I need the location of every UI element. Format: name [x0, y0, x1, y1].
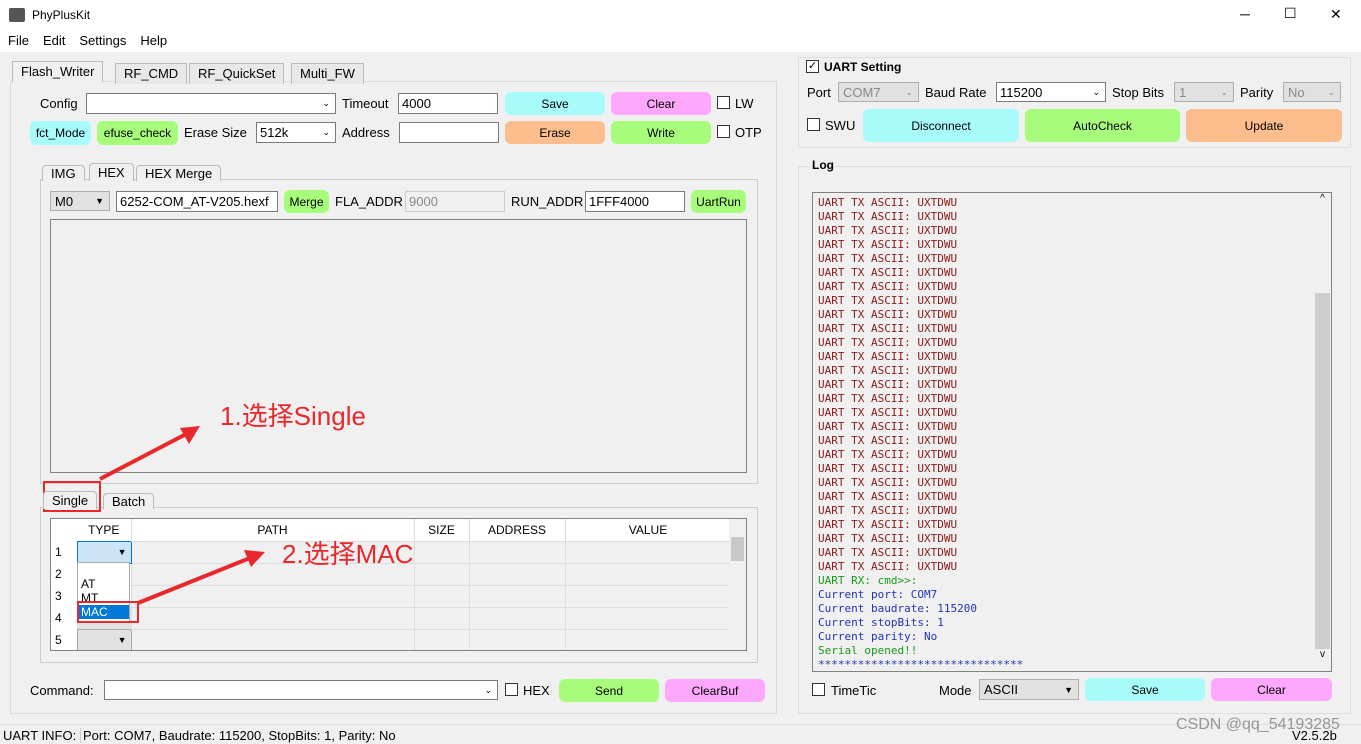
log-line: UART TX ASCII: UXTDWU: [818, 322, 958, 335]
update-button[interactable]: Update: [1186, 109, 1342, 142]
log-line: *******************************: [818, 658, 1024, 671]
tab-single[interactable]: Single: [43, 491, 98, 509]
swu-checkbox[interactable]: [807, 118, 820, 131]
log-line: UART TX ASCII: UXTDWU: [818, 210, 958, 223]
send-button[interactable]: Send: [559, 679, 659, 702]
annotation-select-mac: 2.选择MAC: [282, 539, 414, 569]
log-line: UART TX ASCII: UXTDWU: [818, 266, 958, 279]
status-bar: UART INFO: Port: COM7, Baudrate: 115200,…: [0, 724, 1361, 744]
log-clear-button[interactable]: Clear: [1211, 678, 1332, 701]
log-line: UART TX ASCII: UXTDWU: [818, 406, 958, 419]
baud-rate-select[interactable]: 115200 ⌄: [996, 82, 1106, 102]
log-line: UART TX ASCII: UXTDWU: [818, 532, 958, 545]
log-line: UART TX ASCII: UXTDWU: [818, 420, 958, 433]
log-line: UART TX ASCII: UXTDWU: [818, 560, 958, 573]
log-line: UART TX ASCII: UXTDWU: [818, 294, 958, 307]
log-line: UART TX ASCII: UXTDWU: [818, 336, 958, 349]
log-line: UART TX ASCII: UXTDWU: [818, 546, 958, 559]
annotation-arrows: [99, 426, 265, 605]
log-line: UART TX ASCII: UXTDWU: [818, 518, 958, 531]
autocheck-button[interactable]: AutoCheck: [1025, 109, 1180, 142]
log-line: UART TX ASCII: UXTDWU: [818, 490, 958, 503]
hex-checkbox[interactable]: [505, 683, 518, 696]
parity-label: Parity: [1240, 85, 1274, 100]
baud-rate-label: Baud Rate: [925, 85, 987, 100]
scroll-up-icon[interactable]: ^: [1314, 193, 1331, 209]
scroll-thumb[interactable]: [1315, 293, 1330, 649]
log-scrollbar[interactable]: ^ v: [1314, 193, 1331, 671]
tab-flash-writer[interactable]: Flash_Writer: [12, 61, 104, 82]
log-line: UART TX ASCII: UXTDWU: [818, 350, 958, 363]
dropdown-arrow-icon: ▼: [1064, 684, 1073, 695]
log-line: UART TX ASCII: UXTDWU: [818, 448, 958, 461]
port-select[interactable]: COM7 ⌄: [838, 82, 919, 102]
log-line: UART TX ASCII: UXTDWU: [818, 504, 958, 517]
chevron-down-icon: ⌄: [1327, 86, 1335, 97]
chevron-down-icon: ⌄: [484, 684, 492, 695]
chevron-down-icon: ⌄: [905, 86, 913, 97]
log-line: UART TX ASCII: UXTDWU: [818, 224, 958, 237]
chevron-down-icon: ⌄: [1220, 86, 1228, 97]
close-button[interactable]: ✕: [1330, 6, 1342, 23]
parity-select[interactable]: No ⌄: [1283, 82, 1341, 102]
chevron-down-icon: ⌄: [1092, 86, 1100, 97]
log-line: UART TX ASCII: UXTDWU: [818, 364, 958, 377]
uart-info-text: Port: COM7, Baudrate: 115200, StopBits: …: [80, 728, 396, 743]
log-line: Serial opened!!: [818, 644, 918, 657]
log-line: UART TX ASCII: UXTDWU: [818, 462, 958, 475]
timetic-label: TimeTic: [831, 683, 877, 698]
log-title: Log: [810, 158, 836, 172]
log-line: Current parity: No: [818, 630, 938, 643]
log-line: UART TX ASCII: UXTDWU: [818, 196, 958, 209]
uart-setting-checkbox[interactable]: ✓: [806, 60, 819, 73]
log-line: UART TX ASCII: UXTDWU: [818, 238, 958, 251]
log-save-button[interactable]: Save: [1085, 678, 1205, 701]
log-output[interactable]: UART TX ASCII: UXTDWU UART TX ASCII: UXTD…: [812, 192, 1332, 672]
port-label: Port: [807, 85, 831, 100]
watermark: CSDN @qq_54193285: [1176, 716, 1340, 733]
hex-label: HEX: [523, 683, 550, 698]
tab-hex[interactable]: HEX: [89, 163, 134, 181]
stop-bits-label: Stop Bits: [1112, 85, 1165, 100]
uart-setting-title: UART Setting: [824, 60, 902, 74]
log-mode-select[interactable]: ASCII ▼: [979, 679, 1079, 700]
log-line: Current port: COM7: [818, 588, 938, 601]
log-line: Current stopBits: 1: [818, 616, 944, 629]
mode-label: Mode: [939, 683, 972, 698]
minimize-button[interactable]: ─: [1240, 6, 1250, 22]
log-line: UART TX ASCII: UXTDWU: [818, 308, 958, 321]
timetic-checkbox[interactable]: [812, 683, 825, 696]
log-line: UART TX ASCII: UXTDWU: [818, 378, 958, 391]
scroll-down-icon[interactable]: v: [1314, 649, 1331, 660]
swu-label: SWU: [825, 118, 856, 133]
arrow-to-mac: [137, 554, 256, 605]
arrow-to-single: [99, 430, 191, 481]
uart-info-label: UART INFO:: [3, 728, 77, 743]
log-line: UART TX ASCII: UXTDWU: [818, 392, 958, 405]
command-label: Command:: [30, 683, 94, 698]
disconnect-button[interactable]: Disconnect: [863, 109, 1019, 142]
annotation-select-single: 1.选择Single: [220, 401, 366, 431]
maximize-button[interactable]: ☐: [1284, 5, 1297, 22]
log-line: UART TX ASCII: UXTDWU: [818, 434, 958, 447]
log-line: UART TX ASCII: UXTDWU: [818, 252, 958, 265]
log-line: Current baudrate: 115200: [818, 602, 977, 615]
stop-bits-select[interactable]: 1 ⌄: [1174, 82, 1234, 102]
log-line: UART RX: cmd>>:: [818, 574, 918, 587]
log-line: UART TX ASCII: UXTDWU: [818, 476, 958, 489]
log-line: UART TX ASCII: UXTDWU: [818, 280, 958, 293]
command-input[interactable]: ⌄: [104, 680, 498, 700]
clearbuf-button[interactable]: ClearBuf: [665, 679, 765, 702]
